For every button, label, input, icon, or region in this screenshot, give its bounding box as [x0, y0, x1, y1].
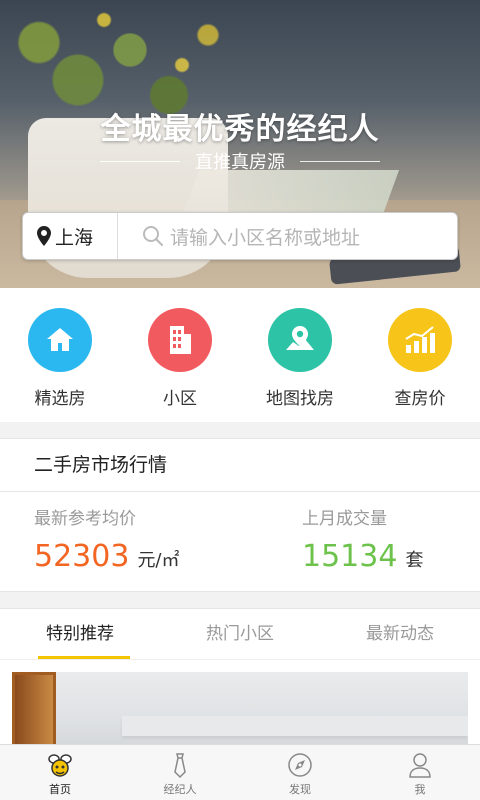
bottom-nav: 首页 经纪人 发现 我 [0, 744, 480, 800]
quick-nav: 精选房 小区 地图找房 查房价 [0, 288, 480, 422]
market-card[interactable]: 二手房市场行情 最新参考均价 52303 元/㎡ 上月成交量 15134 套 [0, 438, 480, 592]
subtitle-divider-left [100, 161, 180, 162]
bottom-nav-label: 发现 [289, 783, 311, 796]
quick-nav-featured[interactable]: 精选房 [0, 288, 120, 422]
quick-nav-label: 地图找房 [266, 389, 334, 409]
tab-label: 热门小区 [206, 624, 274, 644]
city-selector[interactable]: 上海 [23, 213, 118, 259]
avg-price-stat: 最新参考均价 52303 元/㎡ [0, 492, 240, 574]
listing-card[interactable] [0, 660, 480, 752]
search-input[interactable]: 请输入小区名称或地址 [118, 223, 457, 250]
tab-label: 最新动态 [366, 624, 434, 644]
hero-title: 全城最优秀的经纪人 [100, 112, 380, 147]
market-stats: 最新参考均价 52303 元/㎡ 上月成交量 15134 套 [0, 492, 480, 574]
subtitle-divider-right [300, 161, 380, 162]
avg-price-row: 52303 元/㎡ [34, 539, 240, 574]
tie-icon [174, 753, 186, 779]
content-tabs: 特别推荐 热门小区 最新动态 [0, 608, 480, 660]
active-tab-indicator [38, 656, 130, 659]
search-placeholder: 请输入小区名称或地址 [170, 226, 361, 249]
volume-value: 15134 [302, 539, 398, 574]
bee-home-icon [48, 754, 72, 777]
hero-subtitle-text: 直推真房源 [195, 152, 285, 173]
bar-chart-icon [388, 308, 452, 372]
avg-price-label: 最新参考均价 [34, 509, 136, 529]
listing-photo-beam [122, 716, 468, 736]
tab-hot-communities[interactable]: 热门小区 [160, 609, 320, 659]
tab-latest-news[interactable]: 最新动态 [320, 609, 480, 659]
avg-price-unit: 元/㎡ [137, 550, 180, 571]
quick-nav-label: 精选房 [34, 389, 86, 409]
quick-nav-label: 查房价 [394, 389, 446, 409]
quick-nav-map[interactable]: 地图找房 [240, 288, 360, 422]
bottom-nav-label: 首页 [49, 783, 71, 796]
city-label: 上海 [55, 226, 94, 249]
bottom-nav-label: 我 [414, 783, 426, 796]
compass-icon [288, 753, 312, 777]
listing-photo-door [12, 672, 56, 752]
hero-banner: 全城最优秀的经纪人 直推真房源 上海 请输入小区名称或地址 [0, 0, 480, 288]
hero-subtitle: 直推真房源 [0, 148, 480, 174]
bottom-nav-discover[interactable]: 发现 [240, 745, 360, 800]
search-bar: 上海 请输入小区名称或地址 [22, 212, 458, 260]
map-pin-icon [268, 308, 332, 372]
search-icon [143, 226, 163, 246]
volume-unit: 套 [405, 550, 424, 571]
bottom-nav-me[interactable]: 我 [360, 745, 480, 800]
quick-nav-label: 小区 [163, 389, 197, 409]
volume-row: 15134 套 [302, 539, 480, 574]
building-icon [148, 308, 212, 372]
location-pin-icon [37, 226, 51, 246]
avg-price-value: 52303 [34, 539, 130, 574]
market-title: 二手房市场行情 [0, 439, 480, 492]
bottom-nav-home[interactable]: 首页 [0, 745, 120, 800]
tab-special-recommend[interactable]: 特别推荐 [0, 609, 160, 659]
quick-nav-price[interactable]: 查房价 [360, 288, 480, 422]
bottom-nav-label: 经纪人 [163, 783, 197, 796]
user-icon [409, 753, 431, 778]
listing-photo [12, 672, 468, 752]
tab-label: 特别推荐 [46, 624, 114, 644]
volume-label: 上月成交量 [302, 509, 387, 529]
volume-stat: 上月成交量 15134 套 [240, 492, 480, 574]
bottom-nav-agents[interactable]: 经纪人 [120, 745, 240, 800]
house-icon [28, 308, 92, 372]
quick-nav-community[interactable]: 小区 [120, 288, 240, 422]
